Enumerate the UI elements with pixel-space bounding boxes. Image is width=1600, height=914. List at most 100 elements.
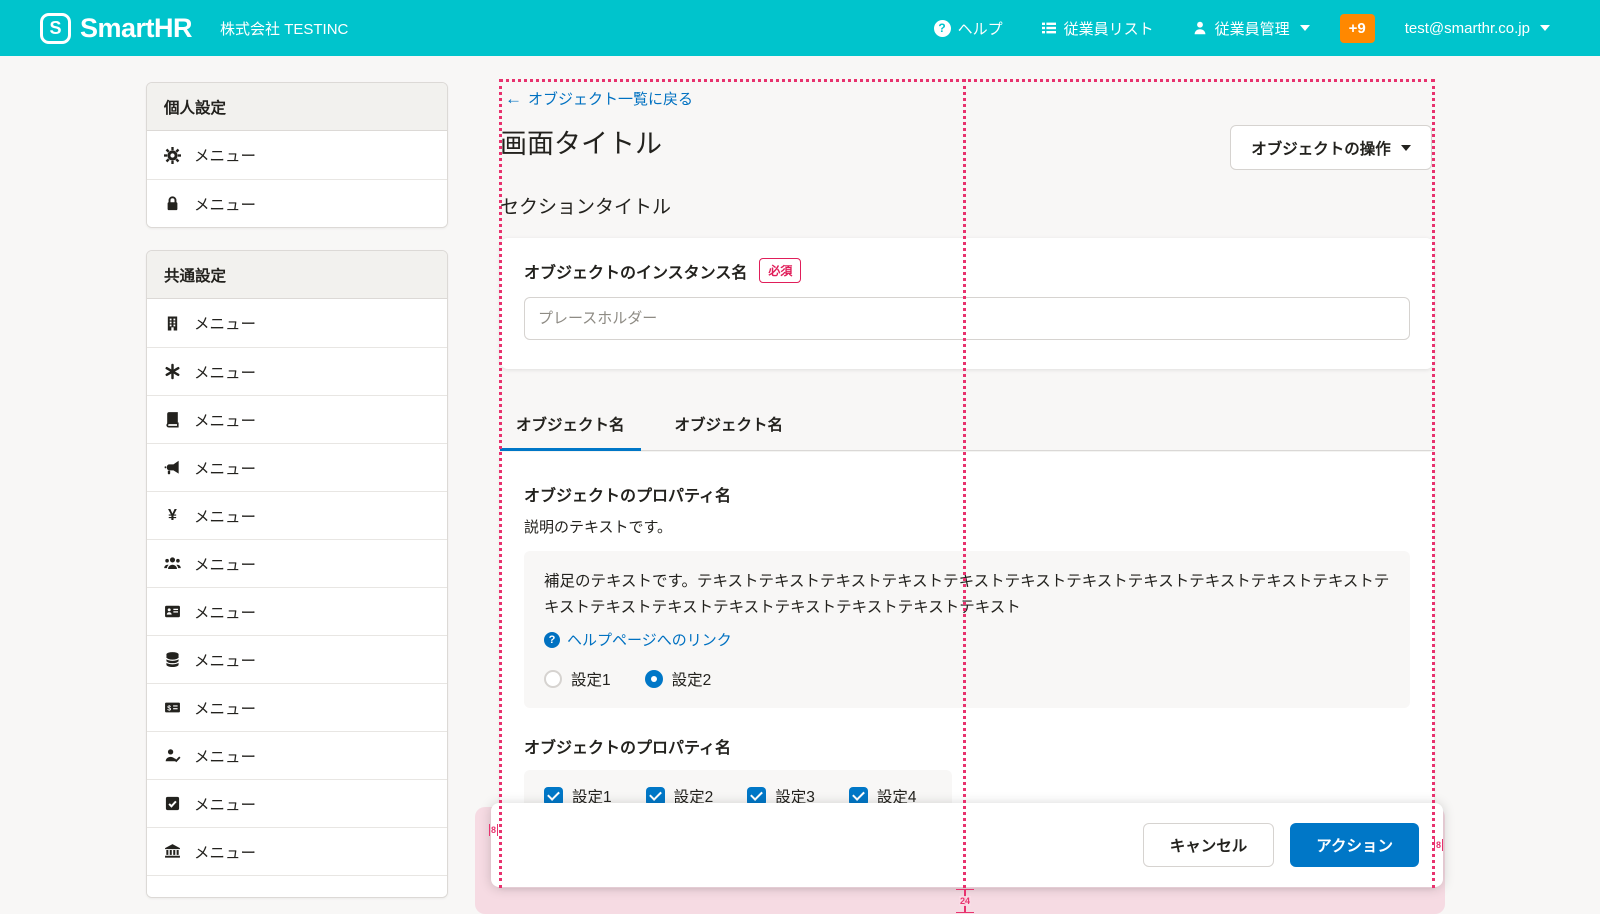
- database-icon: [164, 651, 181, 668]
- user-icon: [1192, 20, 1208, 36]
- check-square-icon: [164, 795, 181, 812]
- radio-unchecked-icon[interactable]: [544, 670, 562, 688]
- id-card-icon: [164, 603, 181, 620]
- smarthr-logo-text: SmartHR: [80, 13, 192, 44]
- sidebar-item-label: メニュー: [194, 361, 256, 383]
- users-icon: [164, 555, 181, 572]
- settings-sidebar: 個人設定 メニュー メニュー 共通設定 メニュー メニュー メニュー メニュー: [146, 82, 448, 898]
- help-circle-icon: [544, 632, 560, 648]
- sidebar-item-menu[interactable]: メニュー: [147, 539, 447, 587]
- sidebar-item-menu[interactable]: メニュー: [147, 395, 447, 443]
- nav-account-label: test@smarthr.co.jp: [1405, 20, 1530, 37]
- sidebar-item-menu[interactable]: メニュー: [147, 635, 447, 683]
- company-name: 株式会社 TESTINC: [220, 18, 348, 39]
- sidebar-item-menu[interactable]: メニュー: [147, 347, 447, 395]
- sidebar-group-common: 共通設定 メニュー メニュー メニュー メニュー メニュー メニュー メニュー: [146, 250, 448, 898]
- tab-object-2[interactable]: オブジェクト名: [659, 397, 800, 451]
- megaphone-icon: [164, 459, 181, 476]
- bank-icon: [164, 843, 181, 860]
- global-header: SmartHR 株式会社 TESTINC ヘルプ 従業員リスト 従業員管理 +9…: [0, 0, 1600, 56]
- notification-count-badge[interactable]: +9: [1340, 14, 1375, 43]
- instance-name-card: オブジェクトのインスタンス名 必須: [500, 238, 1434, 369]
- chevron-down-icon: [1401, 145, 1411, 151]
- tab-label: オブジェクト名: [675, 413, 784, 435]
- sidebar-item-menu[interactable]: メニュー: [147, 827, 447, 875]
- instance-name-label-row: オブジェクトのインスタンス名 必須: [524, 258, 1410, 283]
- user-check-icon: [164, 747, 181, 764]
- page-title: 画面タイトル: [500, 122, 662, 161]
- section-title: セクションタイトル: [500, 192, 671, 219]
- object-actions-label: オブジェクトの操作: [1251, 137, 1391, 159]
- sidebar-item-label: メニュー: [194, 457, 256, 479]
- arrow-left-icon: [505, 89, 522, 109]
- nav-employee-management[interactable]: 従業員管理: [1192, 18, 1310, 39]
- radio-option-1[interactable]: 設定1: [544, 668, 611, 690]
- action-button[interactable]: アクション: [1290, 823, 1419, 867]
- sidebar-item-menu[interactable]: メニュー: [147, 443, 447, 491]
- radio-label: 設定2: [672, 668, 712, 690]
- sidebar-item-label: メニュー: [194, 745, 256, 767]
- money-check-icon: $: [164, 699, 181, 716]
- property-label-1: オブジェクトのプロパティ名: [524, 482, 1410, 506]
- svg-text:$: $: [167, 705, 171, 712]
- gear-icon: [164, 147, 181, 164]
- list-icon: [1041, 20, 1057, 36]
- supplementary-text: 補足のテキストです。テキストテキストテキストテキストテキストテキストテキストテキ…: [544, 569, 1390, 621]
- help-circle-icon: [934, 20, 951, 37]
- header-left: SmartHR 株式会社 TESTINC: [40, 13, 348, 44]
- sidebar-item-menu[interactable]: メニュー: [147, 491, 447, 539]
- cancel-button[interactable]: キャンセル: [1143, 823, 1275, 867]
- sidebar-item-menu[interactable]: メニュー: [147, 779, 447, 827]
- nav-help-label: ヘルプ: [958, 18, 1003, 39]
- chevron-down-icon: [1540, 25, 1550, 31]
- nav-employee-list[interactable]: 従業員リスト: [1041, 18, 1154, 39]
- nav-employee-list-label: 従業員リスト: [1064, 18, 1154, 39]
- back-link-label: オブジェクト一覧に戻る: [528, 88, 693, 109]
- help-link-label: ヘルプページへのリンク: [567, 629, 732, 650]
- object-actions-dropdown-button[interactable]: オブジェクトの操作: [1230, 125, 1432, 170]
- sidebar-item-label: メニュー: [194, 144, 256, 166]
- sidebar-item-label: メニュー: [194, 601, 256, 623]
- sidebar-item-label: メニュー: [194, 841, 256, 863]
- header-nav: ヘルプ 従業員リスト 従業員管理 +9 test@smarthr.co.jp: [934, 14, 1550, 43]
- instance-name-input[interactable]: [524, 297, 1410, 340]
- sidebar-group-title: 個人設定: [147, 83, 447, 131]
- building-icon: [164, 315, 181, 332]
- sidebar-item-menu[interactable]: メニュー: [147, 131, 447, 179]
- smarthr-logo-icon: [40, 13, 71, 44]
- sidebar-item-label: メニュー: [194, 505, 256, 527]
- sidebar-item-label: メニュー: [194, 649, 256, 671]
- nav-employee-management-label: 従業員管理: [1215, 18, 1290, 39]
- tab-object-1[interactable]: オブジェクト名: [500, 397, 641, 451]
- sidebar-item-menu[interactable]: メニュー: [147, 179, 447, 227]
- radio-label: 設定1: [571, 668, 611, 690]
- floating-action-footer: キャンセル アクション: [491, 803, 1443, 887]
- sidebar-item-label: メニュー: [194, 193, 256, 215]
- sidebar-item-menu[interactable]: メニュー: [147, 587, 447, 635]
- nav-account[interactable]: test@smarthr.co.jp: [1405, 20, 1550, 37]
- sidebar-item-partial: [147, 875, 447, 897]
- help-page-link[interactable]: ヘルプページへのリンク: [544, 629, 732, 650]
- lock-icon: [164, 195, 181, 212]
- sidebar-item-menu[interactable]: $ メニュー: [147, 683, 447, 731]
- back-to-object-list-link[interactable]: オブジェクト一覧に戻る: [505, 88, 693, 109]
- sidebar-item-label: メニュー: [194, 793, 256, 815]
- book-icon: [164, 411, 181, 428]
- sidebar-group-personal: 個人設定 メニュー メニュー: [146, 82, 448, 228]
- object-tabs: オブジェクト名 オブジェクト名: [500, 397, 1434, 451]
- radio-option-2[interactable]: 設定2: [645, 668, 712, 690]
- sidebar-group-title: 共通設定: [147, 251, 447, 299]
- yen-icon: [164, 507, 181, 525]
- property-label-2: オブジェクトのプロパティ名: [524, 734, 1410, 758]
- radio-group: 設定1 設定2: [544, 668, 1390, 690]
- radio-checked-icon[interactable]: [645, 670, 663, 688]
- required-badge: 必須: [759, 258, 801, 283]
- asterisk-icon: [164, 363, 181, 380]
- smarthr-logo[interactable]: SmartHR: [40, 13, 192, 44]
- sidebar-item-menu[interactable]: メニュー: [147, 731, 447, 779]
- nav-help[interactable]: ヘルプ: [934, 18, 1003, 39]
- property-description: 説明のテキストです。: [524, 516, 1410, 537]
- sidebar-item-label: メニュー: [194, 553, 256, 575]
- sidebar-item-menu[interactable]: メニュー: [147, 299, 447, 347]
- sidebar-item-label: メニュー: [194, 312, 256, 334]
